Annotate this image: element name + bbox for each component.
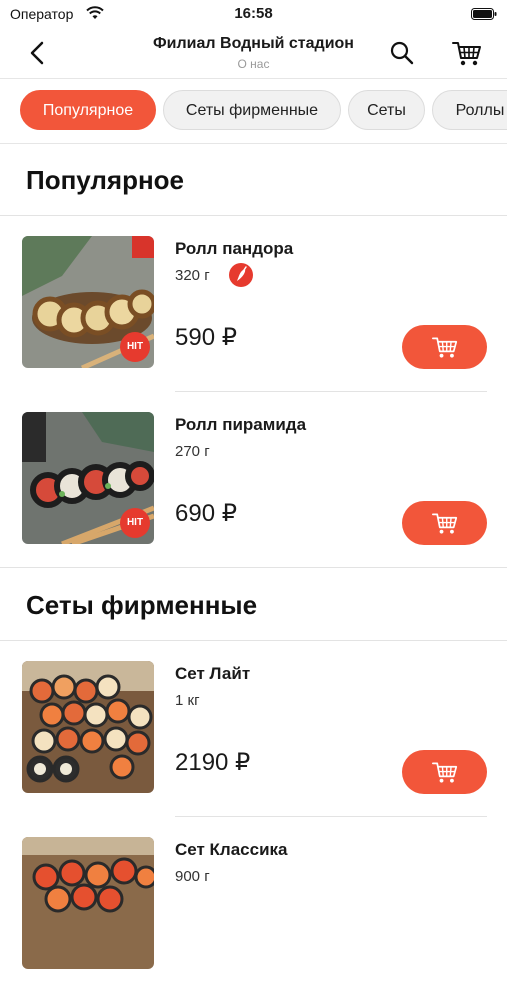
product-weight: 270 г: [175, 443, 210, 460]
add-to-cart-button[interactable]: [402, 750, 487, 794]
divider: [0, 567, 507, 568]
product-weight: 320 г: [175, 267, 210, 284]
status-bar: Оператор 16:58: [0, 0, 507, 28]
product-image: HIT: [22, 236, 154, 368]
product-image: HIT: [22, 412, 154, 544]
tab-rolls[interactable]: Роллы: [432, 90, 507, 130]
category-tabs: Популярное Сеты фирменные Сеты Роллы: [0, 79, 507, 144]
product-price: 690 ₽: [175, 500, 237, 527]
battery-icon: [471, 8, 497, 20]
product-weight: 900 г: [175, 868, 210, 885]
clock: 16:58: [234, 5, 273, 22]
chili-pepper-icon: [229, 263, 253, 287]
section-title-popular: Популярное: [26, 165, 185, 195]
product-card[interactable]: Сет Классика 900 г: [0, 817, 507, 993]
product-price: 590 ₽: [175, 324, 237, 351]
product-image: [22, 661, 154, 793]
cart-icon: [431, 513, 457, 534]
hit-badge: HIT: [120, 332, 150, 362]
cart-icon: [431, 762, 457, 783]
product-name: Сет Лайт: [175, 664, 251, 683]
product-name: Сет Классика: [175, 840, 288, 859]
cart-icon[interactable]: [451, 38, 483, 68]
tab-popular[interactable]: Популярное: [20, 90, 156, 130]
navigation-bar: Филиал Водный стадион О нас: [0, 28, 507, 79]
tab-signature-sets[interactable]: Сеты фирменные: [163, 90, 341, 130]
about-link[interactable]: О нас: [0, 57, 507, 71]
product-image: [22, 837, 154, 969]
cart-icon: [431, 337, 457, 358]
product-price: 2190 ₽: [175, 749, 251, 776]
product-name: Ролл пирамида: [175, 415, 307, 434]
product-card[interactable]: HIT Ролл пирамида 270 г 690 ₽: [0, 392, 507, 568]
add-to-cart-button[interactable]: [402, 501, 487, 545]
product-card[interactable]: HIT Ролл пандора 320 г 590 ₽: [0, 216, 507, 392]
tab-sets[interactable]: Сеты: [348, 90, 425, 130]
add-to-cart-button[interactable]: [402, 325, 487, 369]
section-title-signature-sets: Сеты фирменные: [26, 590, 258, 620]
product-weight: 1 кг: [175, 692, 200, 709]
hit-badge: HIT: [120, 508, 150, 538]
product-name: Ролл пандора: [175, 239, 294, 258]
page-title: Филиал Водный стадион: [153, 35, 354, 52]
search-icon[interactable]: [388, 39, 416, 67]
product-card[interactable]: Сет Лайт 1 кг 2190 ₽: [0, 641, 507, 817]
